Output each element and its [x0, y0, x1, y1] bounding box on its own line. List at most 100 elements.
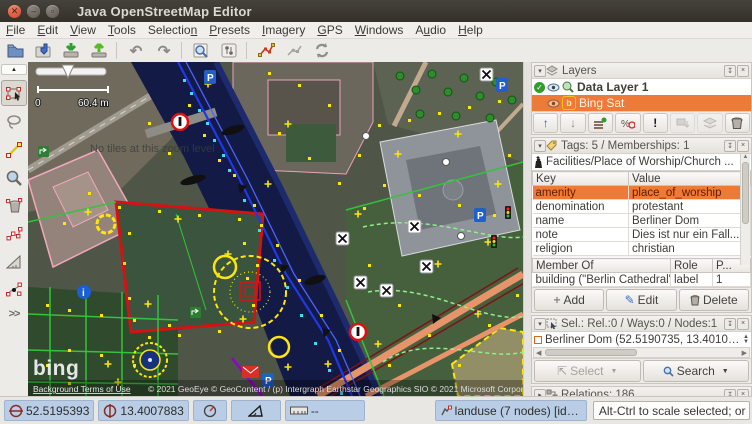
draw-nodes-tool-button[interactable]	[2, 138, 26, 162]
unglue-tool-button[interactable]	[2, 222, 26, 246]
layer-opacity-button[interactable]: %	[615, 113, 640, 133]
layer-delete-button[interactable]	[725, 113, 750, 133]
angle-tool-button[interactable]	[2, 250, 26, 274]
list-spinner[interactable]: ▲▼	[743, 335, 749, 345]
pin-icon[interactable]: ↧	[724, 318, 736, 330]
value-column-header[interactable]: Value	[629, 172, 751, 186]
edit-ways-button[interactable]	[253, 40, 279, 61]
pin-icon[interactable]: ↧	[724, 65, 736, 77]
window-close-button[interactable]: ✕	[8, 5, 21, 18]
menu-windows[interactable]: Windows	[349, 23, 410, 37]
tag-row[interactable]: amenityplace_of_worship	[533, 186, 751, 200]
close-icon[interactable]: ×	[737, 318, 749, 330]
menu-file[interactable]: File	[0, 23, 31, 37]
window-maximize-button[interactable]: ▫	[46, 5, 59, 18]
tag-row[interactable]: denominationprotestant	[533, 200, 751, 214]
open-button[interactable]	[2, 40, 28, 61]
layer-down-button[interactable]: ↓	[560, 113, 585, 133]
layers-icon	[546, 65, 559, 76]
selection-list-item[interactable]: Berliner Dom (52.5190735, 13.4010752) ▲▼	[532, 332, 751, 347]
visible-eye-icon[interactable]	[547, 83, 560, 92]
download-button[interactable]	[58, 40, 84, 61]
menu-audio[interactable]: Audio	[409, 23, 452, 37]
selection-panel-header[interactable]: ▾ Sel.: Rel.:0 / Ways:0 / Nodes:1 ↧×	[532, 316, 751, 332]
more-tools-button[interactable]: >>	[9, 308, 20, 320]
zoom-to-selection-button[interactable]	[188, 40, 214, 61]
save-button[interactable]	[30, 40, 56, 61]
menu-imagery[interactable]: Imagery	[256, 23, 311, 37]
refresh-button[interactable]	[309, 40, 335, 61]
selection-icon	[546, 318, 558, 329]
menu-tools[interactable]: Tools	[102, 23, 142, 37]
imagery-attribution: © 2021 GeoEye © GeoContent / (p) Intergr…	[148, 384, 523, 394]
menu-view[interactable]: View	[64, 23, 102, 37]
menu-selection[interactable]: Selection	[142, 23, 203, 37]
info-icon[interactable]: i	[77, 285, 91, 299]
close-icon[interactable]: ×	[737, 140, 749, 152]
merge-nodes-button[interactable]	[281, 40, 307, 61]
delete-tag-button[interactable]: Delete	[679, 289, 749, 311]
close-icon[interactable]: ×	[737, 65, 749, 77]
lasso-tool-button[interactable]	[2, 110, 26, 134]
titlebar: ✕ – ▫ Java OpenStreetMap Editor	[0, 0, 752, 22]
preferences-button[interactable]	[216, 40, 242, 61]
layer-up-button[interactable]: ↑	[533, 113, 558, 133]
collapse-icon[interactable]: ▾	[534, 318, 546, 330]
tags-scrollbar[interactable]: ▲	[740, 154, 750, 265]
edit-tag-button[interactable]: ✎Edit	[606, 289, 676, 311]
preset-label: Facilities/Place of Worship/Church ...	[546, 156, 742, 168]
menu-presets[interactable]: Presets	[203, 23, 256, 37]
layer-row-data[interactable]: ✓ Data Layer 1	[532, 79, 751, 95]
mail-icon[interactable]	[242, 366, 259, 378]
delete-tool-button[interactable]	[2, 194, 26, 218]
menu-gps[interactable]: GPS	[311, 23, 348, 37]
role-column-header[interactable]: Role	[671, 259, 713, 273]
layers-panel-header[interactable]: ▾ Layers ↧×	[532, 63, 751, 79]
layer-visibility-button[interactable]: !	[643, 113, 668, 133]
map-view[interactable]: P P P P i No tiles at this zoom	[28, 62, 523, 396]
tag-row[interactable]: noteDies ist nur ein Fall...	[533, 228, 751, 242]
layer-duplicate-button[interactable]	[670, 113, 695, 133]
upload-button[interactable]	[86, 40, 112, 61]
visible-eye-icon[interactable]	[547, 99, 560, 108]
collapse-icon[interactable]: ▾	[534, 65, 546, 77]
tags-panel-header[interactable]: ▾ Tags: 5 / Memberships: 1 ↧×	[532, 138, 751, 154]
redo-icon: ↷	[158, 42, 171, 60]
member-of-column-header[interactable]: Member Of	[533, 259, 671, 273]
layer-merge-button[interactable]	[697, 113, 722, 133]
open-folder-icon	[6, 42, 25, 59]
key-column-header[interactable]: Key	[533, 172, 629, 186]
longitude-icon	[103, 404, 117, 418]
active-layer-check-icon: ✓	[534, 82, 545, 93]
tag-row[interactable]: nameBerliner Dom	[533, 214, 751, 228]
select-button[interactable]: ⇱Select▼	[534, 360, 641, 382]
menu-help[interactable]: Help	[452, 23, 489, 37]
add-tag-button[interactable]: +Add	[534, 289, 604, 311]
redo-button[interactable]: ↷	[151, 40, 177, 61]
selection-hscrollbar[interactable]: ◀▶	[533, 347, 750, 358]
menu-edit[interactable]: Edit	[31, 23, 64, 37]
membership-row[interactable]: building ("Berlin Cathedral", ... label …	[533, 273, 751, 287]
map-canvas[interactable]: P P P P i No tiles at this zoom	[28, 62, 523, 396]
tag-row[interactable]: religionchristian	[533, 242, 751, 256]
sidebar-collapse-handle[interactable]: ▲	[1, 64, 27, 75]
select-tool-button[interactable]	[1, 80, 27, 106]
church-icon	[534, 156, 543, 168]
pin-icon[interactable]: ↧	[724, 140, 736, 152]
zoom-tool-button[interactable]	[2, 166, 26, 190]
window-minimize-button[interactable]: –	[27, 5, 40, 18]
draw-way-icon	[5, 141, 23, 159]
hovered-object-field: landuse (7 nodes) [id: ...	[435, 400, 587, 421]
select-move-icon	[5, 84, 23, 102]
red-network-icon	[257, 42, 276, 59]
collapse-icon[interactable]: ▾	[534, 140, 546, 152]
tags-table: Key Value amenityplace_of_worship denomi…	[532, 171, 751, 256]
search-button[interactable]: Search▼	[643, 360, 750, 382]
node-bullet-icon	[534, 336, 542, 344]
split-way-tool-button[interactable]	[2, 278, 26, 302]
layer-row-bing[interactable]: b Bing Sat	[532, 95, 751, 111]
layer-activate-button[interactable]	[588, 113, 613, 133]
terms-of-use-link[interactable]: Background Terms of Use	[33, 384, 131, 394]
preset-row[interactable]: Facilities/Place of Worship/Church ... ▲	[532, 154, 751, 171]
undo-button[interactable]: ↶	[123, 40, 149, 61]
